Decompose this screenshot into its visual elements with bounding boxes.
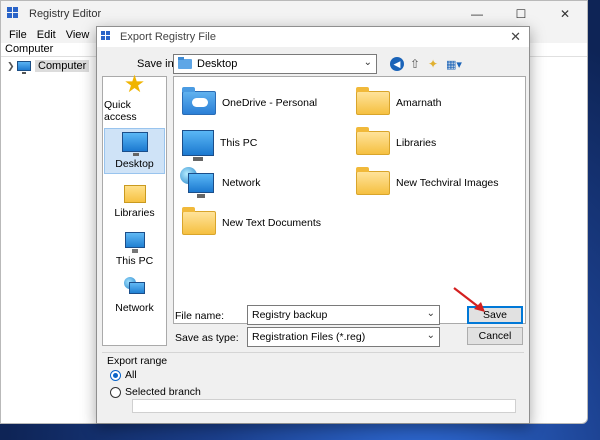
computer-icon <box>17 61 31 74</box>
list-item-label: New Techviral Images <box>396 177 499 189</box>
list-item[interactable]: Libraries <box>356 125 436 161</box>
tree-item-label: Computer <box>35 60 90 72</box>
registry-editor-titlebar[interactable]: Registry Editor — ☐ ✕ <box>1 1 587 27</box>
list-item-label: OneDrive - Personal <box>222 97 318 109</box>
desktop-folder-icon <box>178 57 192 69</box>
save-as-type-label: Save as type: <box>175 332 239 344</box>
save-in-label: Save in: <box>137 58 177 70</box>
menu-edit[interactable]: Edit <box>32 29 61 41</box>
radio-all-label: All <box>125 369 137 381</box>
list-item[interactable]: Amarnath <box>356 85 442 121</box>
radio-all[interactable]: All <box>110 369 137 381</box>
place-label: Libraries <box>114 207 155 219</box>
save-in-value: Desktop <box>197 58 238 70</box>
save-in-dropdown[interactable]: Desktop ⌄ <box>173 54 377 74</box>
network-icon <box>180 167 216 199</box>
place-libraries[interactable]: Libraries <box>104 176 165 222</box>
export-registry-dialog: Export Registry File ✕ Save in: Desktop … <box>96 26 530 424</box>
view-menu-icon[interactable]: ▦▾ <box>444 57 464 71</box>
list-item[interactable]: New Techviral Images <box>356 165 499 201</box>
menu-view[interactable]: View <box>61 29 95 41</box>
list-item-label: Amarnath <box>396 97 442 109</box>
desktop-icon <box>121 132 148 156</box>
export-range-group: Export range All Selected branch <box>102 352 524 420</box>
dialog-title: Export Registry File <box>120 31 216 43</box>
chevron-down-icon[interactable]: ⌄ <box>427 330 435 341</box>
place-desktop[interactable]: Desktop <box>104 128 165 174</box>
list-item[interactable]: New Text Documents <box>182 205 321 241</box>
list-item[interactable]: OneDrive - Personal <box>182 85 317 121</box>
cancel-button[interactable]: Cancel <box>467 327 523 345</box>
star-icon: ★ <box>123 71 146 98</box>
dialog-titlebar[interactable]: Export Registry File ✕ <box>97 27 529 47</box>
export-range-label: Export range <box>107 355 168 367</box>
this-pc-icon <box>182 130 214 161</box>
save-in-row: Save in: Desktop ⌄ ◀ ⇧ ✦ ▦▾ <box>97 53 531 75</box>
place-quick-access[interactable]: ★ Quick access <box>104 73 165 126</box>
selected-branch-input[interactable] <box>132 399 516 413</box>
place-label: This PC <box>115 255 154 267</box>
list-item-label: Libraries <box>396 137 437 149</box>
onedrive-folder-icon <box>182 87 216 115</box>
place-network[interactable]: Network <box>104 271 165 317</box>
menu-file[interactable]: File <box>4 29 32 41</box>
back-arrow-icon[interactable]: ◀ <box>390 57 404 71</box>
chevron-down-icon[interactable]: ⌄ <box>427 308 435 319</box>
red-arrow-icon <box>453 287 485 312</box>
chevron-down-icon[interactable]: ⌄ <box>364 57 372 68</box>
folder-icon <box>356 127 390 155</box>
up-folder-icon[interactable]: ⇧ <box>408 57 422 71</box>
radio-selected-branch[interactable]: Selected branch <box>110 386 201 398</box>
radio-selected-branch-label: Selected branch <box>125 386 201 398</box>
folder-icon <box>356 167 390 195</box>
list-item[interactable]: This PC <box>182 125 257 161</box>
radio-unselected-icon <box>110 386 121 398</box>
registry-editor-title: Registry Editor <box>29 8 102 20</box>
save-as-type-value: Registration Files (*.reg) <box>252 331 366 343</box>
place-this-pc[interactable]: This PC <box>104 224 165 270</box>
place-label: Quick access <box>104 99 137 123</box>
file-name-value: Registry backup <box>252 309 328 321</box>
place-label: Network <box>115 302 154 314</box>
file-name-input[interactable]: Registry backup ⌄ <box>247 305 440 325</box>
minimize-button[interactable]: — <box>455 1 499 27</box>
save-as-type-dropdown[interactable]: Registration Files (*.reg) ⌄ <box>247 327 440 347</box>
list-item-label: Network <box>222 177 261 189</box>
folder-icon <box>356 87 390 115</box>
registry-app-icon <box>7 7 21 21</box>
place-label: Desktop <box>115 158 154 170</box>
network-icon <box>123 277 146 299</box>
list-item[interactable]: Network <box>180 165 261 201</box>
places-bar: ★ Quick access Desktop Libraries This PC… <box>102 73 167 346</box>
close-icon[interactable]: ✕ <box>510 29 521 45</box>
close-window-button[interactable]: ✕ <box>543 1 587 27</box>
maximize-button[interactable]: ☐ <box>499 1 543 27</box>
list-item-label: This PC <box>220 137 258 149</box>
chevron-right-icon[interactable]: ❯ <box>7 61 17 72</box>
libraries-icon <box>123 185 146 203</box>
list-item-label: New Text Documents <box>222 217 322 229</box>
file-name-label: File name: <box>175 310 225 322</box>
radio-selected-icon <box>110 369 121 381</box>
new-folder-icon[interactable]: ✦ <box>426 57 440 71</box>
registry-app-icon <box>101 31 113 43</box>
this-pc-icon <box>124 232 145 253</box>
folder-icon <box>182 207 216 235</box>
